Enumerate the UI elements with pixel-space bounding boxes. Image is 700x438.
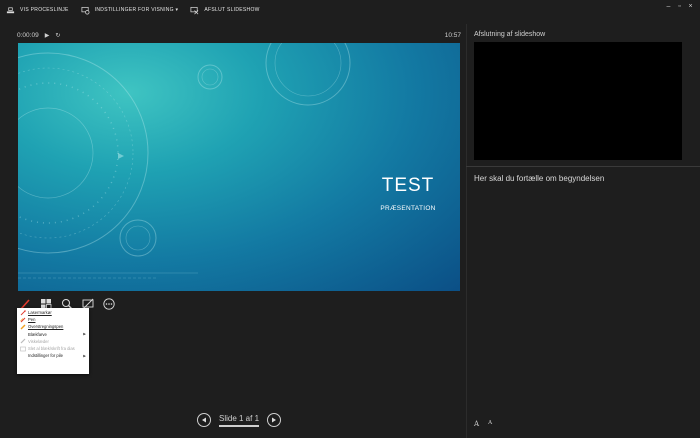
elapsed-time: 0:00:09 bbox=[17, 31, 39, 39]
reset-timer-icon[interactable]: ↻ bbox=[55, 32, 60, 39]
end-show-icon bbox=[190, 6, 199, 15]
increase-font-button[interactable]: A bbox=[474, 420, 479, 428]
slide-subtitle: PRÆSENTATION bbox=[380, 205, 436, 212]
panel-divider bbox=[466, 24, 467, 438]
timer-bar: 0:00:09 ▶ ↻ 10:57 bbox=[17, 29, 461, 41]
slide-title: TEST bbox=[381, 175, 435, 196]
settings-display-icon bbox=[81, 6, 90, 15]
arrow-left-icon bbox=[201, 417, 207, 423]
menu-item-label: Slet al blæk/skrift fra dias bbox=[28, 346, 75, 352]
previous-slide-button[interactable] bbox=[197, 413, 211, 427]
next-slide-preview[interactable] bbox=[474, 42, 682, 160]
slide-decoration bbox=[18, 43, 351, 279]
submenu-arrow-icon: ▶ bbox=[83, 353, 86, 358]
current-slide[interactable]: TEST PRÆSENTATION bbox=[18, 43, 460, 291]
next-slide-label: Afslutning af slideshow bbox=[474, 31, 546, 38]
menu-item-highlighter[interactable]: Overstregningspen bbox=[17, 323, 89, 330]
window-controls: ‒ ▫ × bbox=[663, 3, 696, 10]
menu-item-label: Blækfarve bbox=[28, 331, 47, 337]
menu-item-label: Indstillinger for pile bbox=[28, 353, 63, 359]
arrow-right-icon bbox=[271, 417, 277, 423]
menu-item-arrow-options[interactable]: Indstillinger for pile ▶ bbox=[17, 352, 89, 359]
menu-item-ink-color[interactable]: Blækfarve ▶ bbox=[17, 331, 89, 338]
menu-item-laser-pointer[interactable]: Lasermarkør bbox=[17, 309, 89, 316]
pen-icon bbox=[20, 317, 26, 323]
display-settings-label: INDSTILLINGER FOR VISNING ▾ bbox=[94, 7, 179, 13]
erase-all-icon bbox=[20, 346, 26, 352]
submenu-arrow-icon: ▶ bbox=[83, 332, 86, 337]
clock: 10:57 bbox=[444, 31, 461, 39]
slide-navigation: Slide 1 af 1 bbox=[197, 412, 282, 428]
menu-item-label: Overstregningspen bbox=[28, 324, 64, 330]
display-settings-button[interactable]: INDSTILLINGER FOR VISNING ▾ bbox=[75, 0, 185, 20]
highlighter-icon bbox=[20, 324, 26, 330]
menu-item-eraser: Viskelæder bbox=[17, 338, 89, 345]
slide-counter[interactable]: Slide 1 af 1 bbox=[219, 414, 260, 427]
eraser-icon bbox=[20, 338, 26, 344]
show-taskbar-label: VIS PROCESLINJE bbox=[20, 7, 69, 13]
menu-item-erase-all: Slet al blæk/skrift fra dias bbox=[17, 345, 89, 352]
minimize-button[interactable]: ‒ bbox=[663, 3, 674, 10]
laser-pointer-icon bbox=[20, 309, 26, 316]
menu-item-pen[interactable]: Pen bbox=[17, 316, 89, 323]
decrease-font-button[interactable]: A bbox=[488, 420, 492, 428]
end-slideshow-button[interactable]: AFSLUT SLIDESHOW bbox=[184, 0, 265, 20]
end-slideshow-label: AFSLUT SLIDESHOW bbox=[204, 7, 260, 13]
more-options-button[interactable] bbox=[102, 297, 116, 311]
menu-item-label: Pen bbox=[28, 317, 36, 323]
menu-item-label: Viskelæder bbox=[28, 338, 49, 344]
speaker-notes: Her skal du fortælle om begyndelsen bbox=[474, 174, 605, 183]
more-options-icon bbox=[103, 298, 115, 310]
next-slide-button[interactable] bbox=[267, 413, 282, 427]
play-icon[interactable]: ▶ bbox=[45, 32, 50, 39]
close-button[interactable]: × bbox=[685, 3, 696, 10]
show-taskbar-button[interactable]: VIS PROCESLINJE bbox=[0, 0, 75, 20]
presenter-toolbar: VIS PROCESLINJE INDSTILLINGER FOR VISNIN… bbox=[0, 0, 700, 20]
notes-font-controls: A A bbox=[474, 420, 501, 428]
taskbar-icon bbox=[6, 6, 15, 15]
restore-button[interactable]: ▫ bbox=[674, 3, 685, 10]
menu-item-label: Lasermarkør bbox=[28, 310, 52, 316]
pen-menu: Lasermarkør Pen Overstregningspen Blækfa… bbox=[17, 308, 89, 374]
notes-divider[interactable] bbox=[466, 166, 700, 167]
